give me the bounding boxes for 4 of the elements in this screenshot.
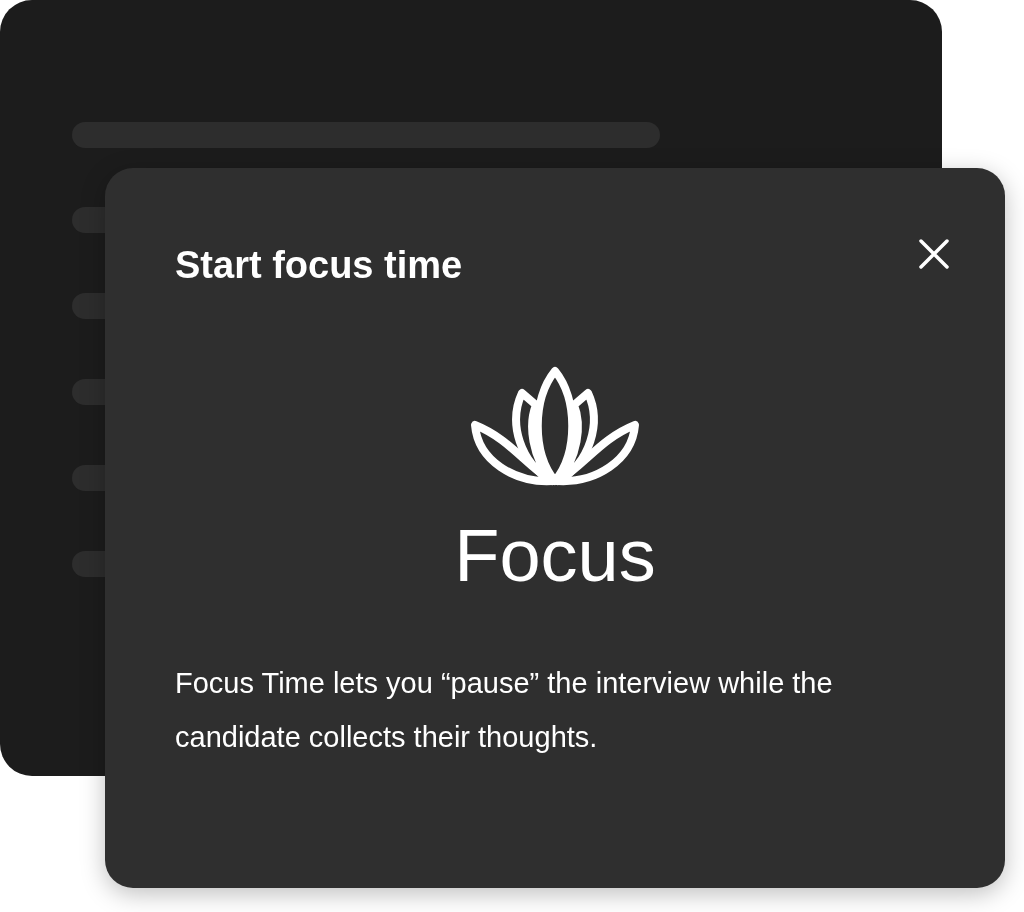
- close-icon[interactable]: [918, 238, 950, 270]
- focus-heading: Focus: [454, 515, 656, 597]
- description-text: Focus Time lets you “pause” the interview while the candidate collects their thoughts.: [175, 666, 834, 756]
- dialog-title: Start focus time: [175, 244, 463, 287]
